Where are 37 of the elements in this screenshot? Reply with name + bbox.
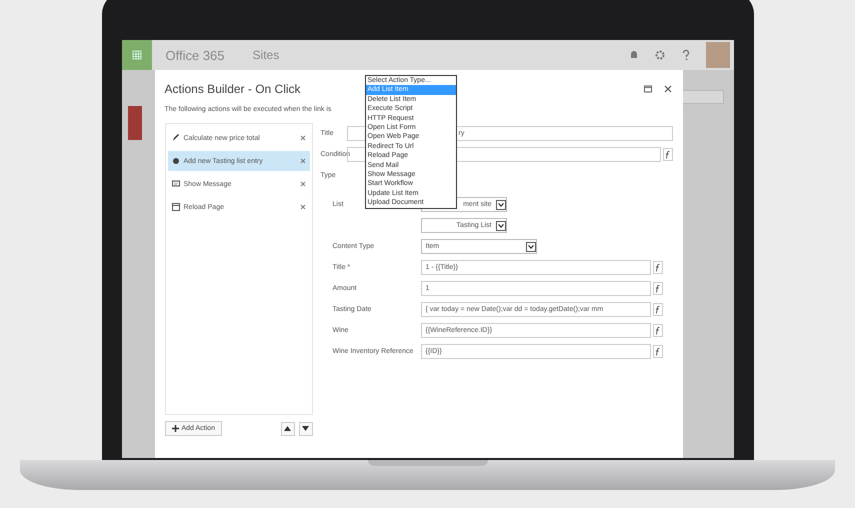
formula-button[interactable] — [652, 303, 662, 316]
caret-icon — [526, 242, 536, 252]
formula-button[interactable] — [652, 345, 662, 358]
close-icon[interactable] — [300, 158, 306, 164]
function-icon — [655, 326, 660, 334]
function-icon — [655, 264, 660, 272]
close-icon[interactable] — [300, 181, 306, 187]
function-icon — [665, 150, 670, 158]
move-down-button[interactable] — [298, 422, 312, 436]
formula-button[interactable] — [652, 282, 662, 295]
plus-icon — [172, 425, 178, 432]
section-name: Sites — [252, 48, 280, 62]
dialog-title: Actions Builder - On Click — [164, 82, 301, 96]
formula-button[interactable] — [652, 324, 662, 337]
maximize-icon[interactable] — [642, 84, 652, 94]
close-icon[interactable] — [300, 204, 306, 210]
formula-button[interactable] — [652, 261, 662, 274]
message-icon — [172, 180, 180, 188]
close-icon[interactable] — [300, 135, 306, 141]
formula-button[interactable] — [662, 148, 672, 161]
down-arrow-icon — [302, 426, 309, 431]
action-type-dropdown[interactable] — [364, 75, 456, 209]
caret-icon — [496, 220, 506, 230]
function-icon — [655, 306, 660, 314]
function-icon — [655, 348, 660, 356]
site-logo-icon — [128, 106, 142, 140]
pencil-icon — [172, 134, 180, 142]
dot-icon — [172, 157, 180, 165]
close-icon[interactable] — [662, 84, 672, 94]
page-icon — [172, 203, 180, 211]
grid-icon — [132, 50, 142, 60]
settings-icon[interactable] — [654, 49, 666, 61]
function-icon — [655, 284, 660, 292]
move-up-button[interactable] — [280, 422, 294, 436]
caret-icon — [496, 200, 506, 210]
up-arrow-icon — [284, 426, 291, 431]
app-name: Office 365 — [166, 48, 225, 62]
